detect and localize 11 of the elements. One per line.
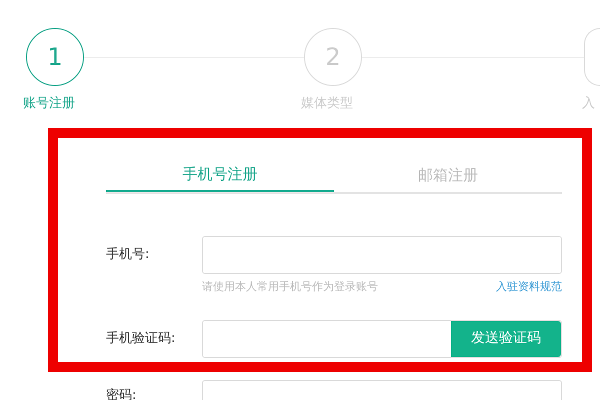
phone-input[interactable] xyxy=(202,236,562,274)
hint-text: 请使用本人常用手机号作为登录账号 xyxy=(202,279,378,295)
tab[interactable]: 邮箱注册 xyxy=(334,158,562,192)
code-label: 手机验证码: xyxy=(106,330,176,348)
guidelines-link[interactable]: 入驻资料规范 xyxy=(496,279,562,296)
send-code-button[interactable]: 发送验证码 xyxy=(451,320,561,356)
step-label: 账号注册 xyxy=(23,95,75,113)
tab[interactable]: 手机号注册 xyxy=(106,158,334,192)
phone-label: 手机号: xyxy=(106,246,150,264)
password-label: 密码: xyxy=(106,388,138,400)
code-field[interactable]: 发送验证码 xyxy=(202,320,562,358)
